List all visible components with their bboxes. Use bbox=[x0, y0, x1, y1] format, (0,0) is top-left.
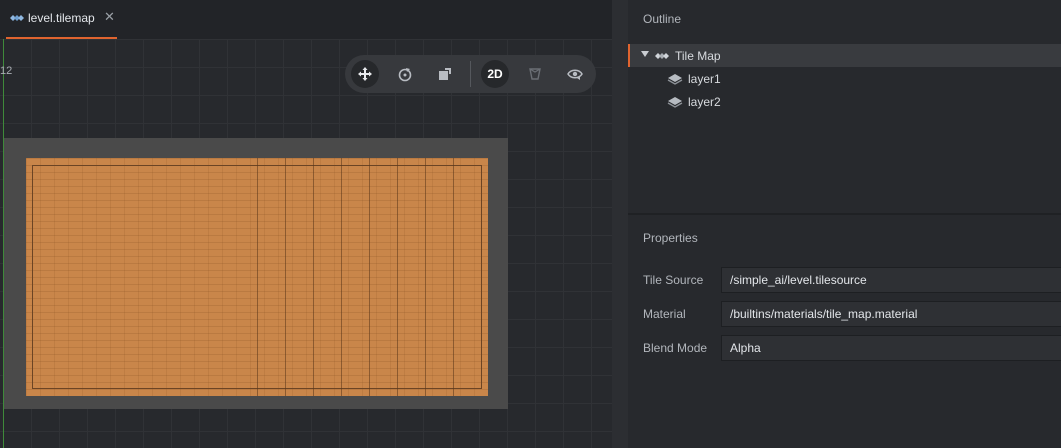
tile-column-line bbox=[341, 158, 342, 396]
pane-splitter[interactable] bbox=[612, 0, 628, 448]
perspective-toggle-button[interactable] bbox=[521, 60, 549, 88]
property-tile-source: Tile Source /simple_ai/level.tilesource bbox=[628, 267, 1061, 293]
outline-item-layer1[interactable]: layer1 bbox=[628, 67, 1061, 90]
property-label: Blend Mode bbox=[643, 341, 708, 355]
2d-label: 2D bbox=[487, 67, 503, 81]
tile-column-line bbox=[453, 158, 454, 396]
eye-icon bbox=[567, 69, 583, 80]
tile-column-line bbox=[397, 158, 398, 396]
viewport-toolbar: 2D bbox=[345, 55, 596, 93]
close-icon[interactable]: ✕ bbox=[104, 10, 115, 24]
2d-toggle-button[interactable]: 2D bbox=[481, 60, 509, 88]
blend-mode-select[interactable]: Alpha bbox=[721, 335, 1061, 361]
property-material: Material /builtins/materials/tile_map.ma… bbox=[628, 301, 1061, 327]
outline-item-label: layer1 bbox=[688, 72, 721, 86]
tile-source-field[interactable]: /simple_ai/level.tilesource bbox=[721, 267, 1061, 293]
expand-arrow-icon[interactable] bbox=[641, 51, 649, 57]
outline-item-label: Tile Map bbox=[675, 49, 721, 63]
rotate-icon bbox=[398, 68, 412, 82]
move-tool-button[interactable] bbox=[351, 60, 379, 88]
property-blend-mode: Blend Mode Alpha bbox=[628, 335, 1061, 361]
tile-column-line bbox=[369, 158, 370, 396]
scale-icon bbox=[439, 68, 451, 80]
tilemap-icon bbox=[655, 53, 669, 59]
properties-title: Properties bbox=[643, 231, 698, 245]
rotate-tool-button[interactable] bbox=[391, 60, 419, 88]
property-label: Tile Source bbox=[643, 273, 704, 287]
editor-window: level.tilemap ✕ 12 2D Outline Tile Map l… bbox=[0, 0, 1061, 448]
tile-column-line bbox=[313, 158, 314, 396]
tab-level-tilemap[interactable]: level.tilemap ✕ bbox=[6, 0, 117, 39]
tab-bar: level.tilemap ✕ bbox=[0, 0, 612, 39]
outline-item-tile-map[interactable]: Tile Map bbox=[628, 44, 1061, 67]
tile-column-line bbox=[257, 158, 258, 396]
tilemap-icon bbox=[10, 15, 24, 21]
layer-icon bbox=[667, 74, 683, 85]
scale-tool-button[interactable] bbox=[431, 60, 459, 88]
layer-icon bbox=[667, 97, 683, 108]
tile-column-line bbox=[425, 158, 426, 396]
visibility-filter-button[interactable] bbox=[561, 60, 589, 88]
toolbar-separator bbox=[470, 61, 471, 87]
camera-frustum-icon bbox=[529, 68, 541, 80]
section-divider[interactable] bbox=[628, 213, 1061, 215]
ruler-label: 12 bbox=[0, 65, 13, 77]
tile-column-line bbox=[285, 158, 286, 396]
outline-title: Outline bbox=[643, 12, 682, 26]
side-panel: Outline Tile Map layer1 layer2 Propertie… bbox=[628, 0, 1061, 448]
outline-item-layer2[interactable]: layer2 bbox=[628, 90, 1061, 113]
material-field[interactable]: /builtins/materials/tile_map.material bbox=[721, 301, 1061, 327]
property-label: Material bbox=[643, 307, 686, 321]
tab-label: level.tilemap bbox=[28, 11, 95, 25]
scene-editor: level.tilemap ✕ 12 2D bbox=[0, 0, 612, 448]
outline-item-label: layer2 bbox=[688, 95, 721, 109]
move-icon bbox=[358, 67, 372, 81]
